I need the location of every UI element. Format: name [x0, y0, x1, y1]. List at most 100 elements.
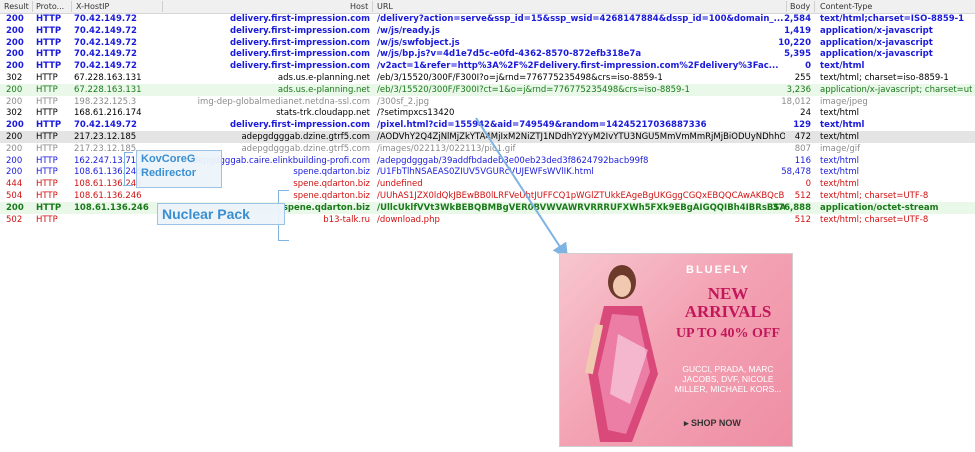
- url-cell: /adepgdgggab/39addfbdadeb3e00eb23ded3f86…: [377, 155, 649, 166]
- url-cell: /eb/3/15520/300F/F300I?o=j&rnd=776775235…: [377, 72, 663, 83]
- host-cell: delivery.first-impression.com: [229, 37, 370, 48]
- ad-banner[interactable]: BLUEFLY NEW ARRIVALS UP TO 40% OFF GUCCI…: [559, 253, 793, 447]
- col-content-type[interactable]: Content-Type: [820, 2, 872, 11]
- content-type-cell: application/x-javascript: [820, 37, 933, 48]
- session-row[interactable]: 504 HTTP 108.61.136.246 spene.qdarton.biz/U…: [0, 190, 975, 202]
- session-list: 200 HTTP 70.42.149.72 delivery.first-impres…: [0, 13, 975, 225]
- col-body[interactable]: Body: [790, 2, 810, 11]
- ad-brand: BLUEFLY: [686, 264, 750, 276]
- url-cell: /AODVhY2Q4ZjNlMjZkYTA4MjIxM2NiZTJ1NDdhY2…: [377, 131, 785, 142]
- kovcoreg-bracket: [124, 152, 133, 186]
- result-cell: 504: [6, 190, 23, 201]
- hostip-cell: 70.42.149.72: [74, 37, 137, 48]
- content-type-cell: text/html: [820, 120, 865, 131]
- session-row[interactable]: 200 HTTP 70.42.149.72 delivery.first-impres…: [0, 13, 975, 25]
- host-cell: delivery.first-impression.com: [229, 25, 370, 36]
- url-cell: /v2act=1&refer=http%3A%2F%2Fdelivery.fir…: [377, 61, 779, 72]
- content-type-cell: text/html: [820, 155, 860, 166]
- session-row[interactable]: 200 HTTP 108.61.136.246 spene.qdarton.biz/U…: [0, 201, 975, 214]
- result-cell: 200: [6, 84, 23, 95]
- host-cell: ads.us.e-planning.net: [277, 84, 370, 95]
- url-cell: /w/js/ready.js: [377, 25, 440, 36]
- result-cell: 502: [6, 214, 23, 225]
- host-cell: ads.us.e-planning.net: [277, 72, 370, 83]
- body-size-cell: 5,395: [784, 49, 811, 60]
- ad-shop-now-button[interactable]: ▸ SHOP NOW: [684, 418, 741, 429]
- session-row[interactable]: 200 HTTP 70.42.149.72 delivery.first-impres…: [0, 119, 975, 131]
- session-row[interactable]: 302 HTTP 168.61.216.174 stats-trk.cloudapp.…: [0, 107, 975, 119]
- col-host[interactable]: Host: [350, 2, 368, 11]
- protocol-cell: HTTP: [36, 49, 62, 60]
- session-row[interactable]: 200 HTTP 70.42.149.72 delivery.first-impres…: [0, 25, 975, 37]
- protocol-cell: HTTP: [36, 96, 58, 107]
- col-url[interactable]: URL: [377, 2, 393, 11]
- model-figure: [584, 265, 658, 442]
- hostip-cell: 70.42.149.72: [74, 25, 137, 36]
- hostip-cell: 70.42.149.72: [74, 14, 137, 24]
- session-row[interactable]: 200 HTTP 70.42.149.72 delivery.first-impres…: [0, 60, 975, 72]
- session-row[interactable]: 302 HTTP 67.228.163.131 ads.us.e-planning.n…: [0, 72, 975, 84]
- content-type-cell: text/html: [820, 61, 865, 72]
- protocol-cell: HTTP: [36, 14, 62, 24]
- session-row[interactable]: 200 HTTP 67.228.163.131 ads.us.e-planning.n…: [0, 83, 975, 96]
- hostip-cell: 67.228.163.131: [74, 72, 142, 83]
- body-size-cell: 10,220: [778, 37, 811, 48]
- play-icon: ▸: [684, 418, 692, 428]
- url-cell: /?setimpxcs13420: [377, 108, 455, 119]
- body-size-cell: 0: [805, 179, 811, 190]
- url-cell: /300sf_2.jpg: [377, 96, 430, 107]
- result-cell: 302: [6, 108, 23, 119]
- url-cell: /UllcUklfVVt3WkBEBQBMBgVER0BVWVAWRVRRRUF…: [377, 202, 785, 213]
- ad-headline: NEW ARRIVALS: [684, 284, 772, 321]
- session-row[interactable]: 200 HTTP 198.232.125.3 img-dep-globalmedian…: [0, 96, 975, 108]
- protocol-cell: HTTP: [36, 25, 62, 36]
- url-cell: /download.php: [377, 214, 440, 225]
- host-cell: spene.qdarton.biz: [293, 190, 370, 201]
- result-cell: 200: [6, 14, 24, 24]
- result-cell: 302: [6, 72, 23, 83]
- body-size-cell: 0: [805, 61, 811, 72]
- content-type-cell: application/x-javascript: [820, 49, 933, 60]
- hostip-cell: 70.42.149.72: [74, 49, 137, 60]
- content-type-cell: text/html; charset=UTF-8: [820, 190, 929, 201]
- host-cell: delivery.first-impression.com: [229, 49, 370, 60]
- url-cell: /undefined: [377, 179, 423, 190]
- body-size-cell: 129: [793, 120, 811, 131]
- protocol-cell: HTTP: [36, 84, 58, 95]
- content-type-cell: application/x-javascript: [820, 25, 933, 36]
- protocol-cell: HTTP: [36, 214, 58, 225]
- col-protocol[interactable]: Proto...: [36, 2, 64, 11]
- body-size-cell: 24: [800, 108, 811, 119]
- session-row[interactable]: 200 HTTP 70.42.149.72 delivery.first-impres…: [0, 48, 975, 60]
- body-size-cell: 255: [794, 72, 811, 83]
- result-cell: 444: [6, 179, 23, 190]
- body-size-cell: 512: [794, 190, 811, 201]
- protocol-cell: HTTP: [36, 108, 58, 119]
- content-type-cell: text/html: [820, 167, 860, 178]
- result-cell: 200: [6, 143, 23, 154]
- kovcoreg-callout: KovCoreG Redirector: [136, 150, 222, 188]
- session-row[interactable]: 200 HTTP 70.42.149.72 delivery.first-impres…: [0, 37, 975, 49]
- hostip-cell: 108.61.136.246: [74, 202, 149, 213]
- nuclear-label: Nuclear Pack: [162, 206, 250, 222]
- protocol-cell: HTTP: [36, 120, 62, 131]
- protocol-cell: HTTP: [36, 167, 58, 178]
- protocol-cell: HTTP: [36, 179, 58, 190]
- col-result[interactable]: Result: [4, 2, 29, 11]
- host-cell: stats-trk.cloudapp.net: [276, 108, 370, 119]
- nuclear-callout: Nuclear Pack: [157, 203, 285, 225]
- result-cell: 200: [6, 25, 24, 36]
- url-cell: /eb/3/15520/300F/F300I?ct=1&o=j&rnd=7767…: [377, 84, 690, 95]
- hostip-cell: 217.23.12.185: [74, 131, 137, 142]
- content-type-cell: text/html: [820, 131, 860, 142]
- session-row[interactable]: 200 HTTP 217.23.12.185 adepgdgggab.dzine.gt…: [0, 130, 975, 143]
- result-cell: 200: [6, 155, 23, 166]
- session-row[interactable]: 502 HTTP b13-talk.ru/download.php 512 text/h…: [0, 214, 975, 226]
- protocol-cell: HTTP: [36, 190, 58, 201]
- protocol-cell: HTTP: [36, 37, 62, 48]
- result-cell: 200: [6, 37, 24, 48]
- host-cell: delivery.first-impression.com: [229, 61, 370, 72]
- ad-cta-label: SHOP NOW: [691, 418, 741, 428]
- url-cell: /pixel.html?cid=155942&aid=749549&random…: [377, 120, 707, 131]
- col-hostip[interactable]: X-HostIP: [76, 2, 109, 11]
